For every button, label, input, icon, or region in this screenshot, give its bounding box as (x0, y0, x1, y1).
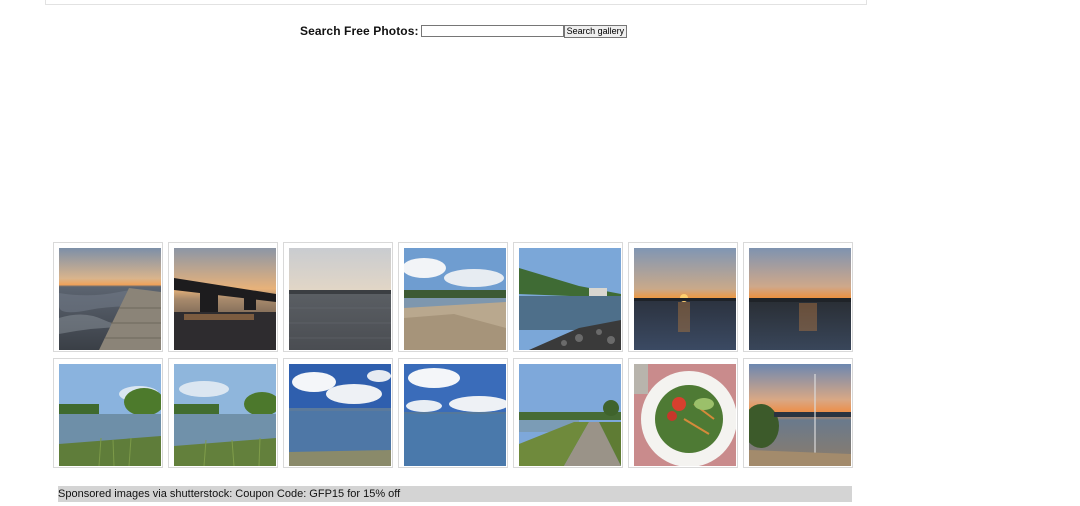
photo-salad-plate (634, 364, 736, 466)
photo-harbor-sunset (749, 364, 851, 466)
photo-thumbnail-sun-setting[interactable] (628, 242, 738, 352)
search-gallery-button[interactable]: Search gallery (563, 24, 628, 38)
photo-thumbnail-sunset-horizon[interactable] (743, 242, 853, 352)
photo-thumbnail-rocky-shore[interactable] (513, 242, 623, 352)
photo-thumbnail-bridge-sunset[interactable] (168, 242, 278, 352)
photo-thumbnail-salad-plate[interactable] (628, 358, 738, 468)
sponsor-banner[interactable]: Sponsored images via shutterstock: Coupo… (58, 486, 852, 502)
photo-gravel-path (519, 364, 621, 466)
photo-sun-setting (634, 248, 736, 350)
photo-sunset-horizon (749, 248, 851, 350)
photo-blue-lake-2 (404, 364, 506, 466)
photo-thumbnail-calm-lake[interactable] (283, 242, 393, 352)
photo-thumbnail-reedy-lake[interactable] (53, 358, 163, 468)
search-label: Search Free Photos: (300, 24, 419, 38)
search-input[interactable] (420, 25, 564, 37)
photo-thumbnail-pier-sunset[interactable] (53, 242, 163, 352)
photo-thumbnail-blue-lake-2[interactable] (398, 358, 508, 468)
top-frame (45, 0, 867, 5)
photo-thumbnail-blue-lake[interactable] (283, 358, 393, 468)
photo-rocky-shore (519, 248, 621, 350)
photo-pier-sunset (59, 248, 161, 350)
search-form: Search Free Photos: Search gallery (300, 23, 628, 39)
photo-sandy-shore (404, 248, 506, 350)
photo-reedy-lake (59, 364, 161, 466)
photo-bridge-sunset (174, 248, 276, 350)
photo-thumbnail-harbor-sunset[interactable] (743, 358, 853, 468)
photo-calm-lake (289, 248, 391, 350)
photo-thumbnail-sandy-shore[interactable] (398, 242, 508, 352)
photo-thumbnail-reedy-lake-2[interactable] (168, 358, 278, 468)
photo-thumbnail-gravel-path[interactable] (513, 358, 623, 468)
photo-blue-lake (289, 364, 391, 466)
photo-reedy-lake-2 (174, 364, 276, 466)
